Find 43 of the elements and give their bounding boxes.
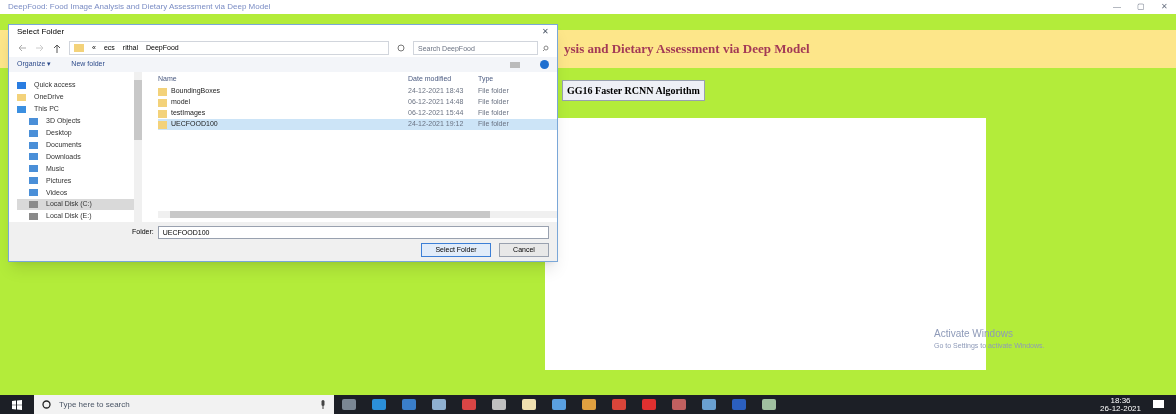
close-button[interactable]: ✕ bbox=[542, 26, 549, 38]
help-icon[interactable] bbox=[540, 60, 549, 69]
taskbar-app-icon[interactable] bbox=[702, 399, 716, 410]
clock-date: 26-12-2021 bbox=[1100, 404, 1141, 413]
app-heading: ysis and Dietary Assessment via Deep Model bbox=[564, 40, 810, 59]
taskbar-app-icon[interactable] bbox=[372, 399, 386, 410]
view-options-icon[interactable] bbox=[510, 61, 520, 68]
taskbar-search-bar[interactable]: Type here to search bbox=[34, 395, 334, 414]
window-control[interactable]: — bbox=[1113, 1, 1121, 13]
taskbar-app-icon[interactable] bbox=[672, 399, 686, 410]
window-title: DeepFood: Food Image Analysis and Dietary Assessment via Deep Model bbox=[8, 1, 271, 13]
taskbar-app-icon[interactable] bbox=[642, 399, 656, 410]
window-control[interactable]: ▢ bbox=[1137, 1, 1145, 13]
taskbar-app-icon[interactable] bbox=[762, 399, 776, 410]
taskbar-app-icon[interactable] bbox=[402, 399, 416, 410]
start-icon[interactable] bbox=[12, 399, 22, 410]
forward-arrow-icon[interactable] bbox=[35, 44, 45, 52]
up-arrow-icon[interactable] bbox=[53, 43, 61, 53]
taskbar-app-icon[interactable] bbox=[522, 399, 536, 410]
folder-icon bbox=[74, 44, 84, 52]
horizontal-scrollbar[interactable] bbox=[158, 211, 557, 218]
taskbar-app-icon[interactable] bbox=[552, 399, 566, 410]
taskbar-app-icon[interactable] bbox=[492, 399, 506, 410]
algorithm-button[interactable]: GG16 Faster RCNN Algorithm bbox=[562, 80, 705, 101]
search-circle-icon bbox=[42, 400, 51, 409]
taskbar-app-icon[interactable] bbox=[342, 399, 356, 410]
microphone-icon bbox=[320, 400, 326, 409]
window-control[interactable]: ✕ bbox=[1161, 1, 1168, 13]
dialog-title: Select Folder bbox=[17, 26, 65, 38]
scrollbar[interactable] bbox=[134, 72, 142, 222]
refresh-icon[interactable] bbox=[397, 44, 405, 52]
notification-icon[interactable] bbox=[1153, 400, 1164, 409]
taskbar-app-icon[interactable] bbox=[462, 399, 476, 410]
taskbar-search-field[interactable]: Type here to search bbox=[59, 398, 312, 411]
scrollbar-thumb[interactable] bbox=[134, 80, 142, 140]
taskbar-app-icon[interactable] bbox=[582, 399, 596, 410]
taskbar-app-icon[interactable] bbox=[732, 399, 746, 410]
taskbar-app-icon[interactable] bbox=[612, 399, 626, 410]
search-icon bbox=[542, 44, 549, 52]
back-arrow-icon[interactable] bbox=[17, 44, 27, 52]
taskbar-app-icon[interactable] bbox=[432, 399, 446, 410]
scrollbar-thumb[interactable] bbox=[170, 211, 490, 218]
clock-time: 18:36 bbox=[1110, 396, 1131, 405]
